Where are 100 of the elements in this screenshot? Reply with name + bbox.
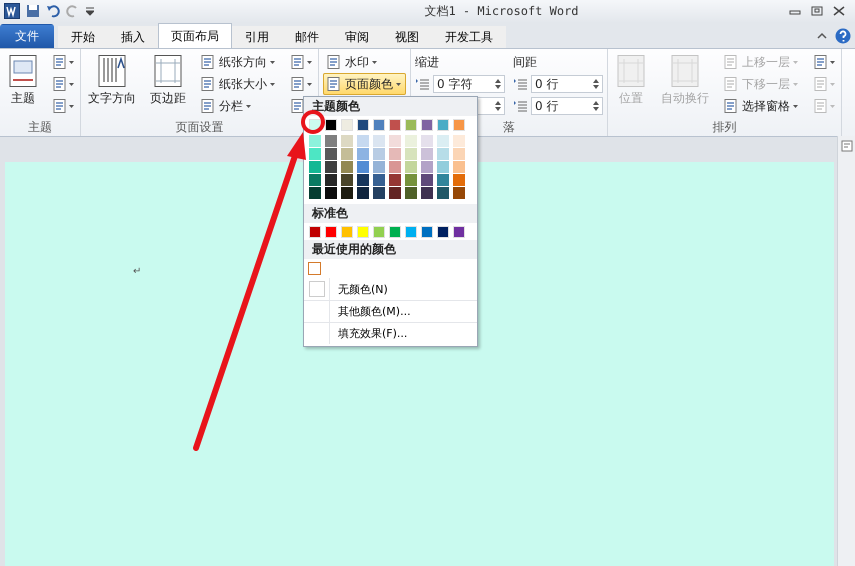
help-icon[interactable]	[835, 28, 851, 44]
indent-icon	[415, 77, 429, 91]
ribbon-tab[interactable]: 审阅	[332, 26, 382, 48]
ribbon-button[interactable]: 分栏	[197, 95, 280, 117]
menu-item[interactable]: 无颜色(N)	[304, 278, 477, 300]
ribbon-button[interactable]: 选择窗格	[720, 95, 803, 117]
color-swatch[interactable]	[421, 161, 433, 173]
color-swatch[interactable]	[325, 148, 337, 160]
menu-item[interactable]: 其他颜色(M)...	[304, 300, 477, 322]
spinner-field[interactable]: 0 行	[531, 75, 603, 93]
color-swatch[interactable]	[453, 174, 465, 186]
color-swatch[interactable]	[389, 161, 401, 173]
ribbon-button[interactable]: 页面颜色	[323, 73, 406, 95]
color-swatch[interactable]	[421, 135, 433, 147]
spin-arrows-icon	[593, 100, 599, 112]
customize-icon[interactable]	[86, 6, 94, 16]
ribbon-tab[interactable]: 文件	[0, 24, 54, 48]
caret-icon	[69, 104, 74, 108]
menu-heading: 标准色	[304, 204, 477, 223]
ribbon-tab[interactable]: 开发工具	[432, 26, 506, 48]
color-swatch[interactable]	[309, 174, 321, 186]
color-swatch[interactable]	[437, 161, 449, 173]
spin-arrows-icon	[593, 78, 599, 90]
color-swatch[interactable]	[421, 174, 433, 186]
spinner-field[interactable]: 0 字符	[433, 75, 505, 93]
indent-icon	[513, 99, 527, 113]
caret-icon	[793, 60, 798, 64]
ribbon-tab[interactable]: 引用	[232, 26, 282, 48]
color-swatch[interactable]	[309, 148, 321, 160]
color-swatch[interactable]	[405, 161, 417, 173]
menu-heading: 主题颜色	[304, 97, 477, 116]
ribbon-button[interactable]: 水印	[323, 51, 406, 73]
color-swatch[interactable]	[389, 174, 401, 186]
color-swatch[interactable]	[373, 135, 385, 147]
color-swatch[interactable]	[405, 148, 417, 160]
caret-icon	[307, 60, 312, 64]
color-swatch[interactable]	[389, 187, 401, 199]
color-swatch[interactable]	[325, 135, 337, 147]
page-icon	[7, 54, 39, 88]
color-swatch[interactable]	[453, 187, 465, 199]
ribbon-button[interactable]: 文字方向	[85, 51, 139, 117]
ruler-toggle-icon[interactable]	[840, 140, 852, 152]
text-icon	[52, 98, 68, 114]
color-swatch[interactable]	[373, 161, 385, 173]
color-swatch[interactable]	[405, 174, 417, 186]
menu-item[interactable]: 填充效果(F)...	[304, 322, 477, 344]
scrollbar[interactable]	[837, 136, 855, 566]
ribbon-tab[interactable]: 插入	[108, 26, 158, 48]
color-swatch[interactable]	[309, 161, 321, 173]
color-swatch[interactable]	[453, 148, 465, 160]
ribbon-tab[interactable]: 页面布局	[158, 23, 232, 48]
word-logo-icon[interactable]	[4, 3, 20, 19]
color-swatch[interactable]	[325, 161, 337, 173]
color-swatch[interactable]	[389, 148, 401, 160]
color-swatch[interactable]	[357, 174, 369, 186]
color-swatch[interactable]	[357, 135, 369, 147]
color-swatch[interactable]	[341, 161, 353, 173]
color-swatch[interactable]	[437, 135, 449, 147]
maximize-icon[interactable]	[811, 6, 823, 16]
color-swatch[interactable]	[325, 174, 337, 186]
undo-icon[interactable]	[46, 4, 60, 18]
color-swatch[interactable]	[309, 135, 321, 147]
color-swatch[interactable]	[357, 161, 369, 173]
close-icon[interactable]	[833, 6, 845, 16]
color-swatch[interactable]	[309, 187, 321, 199]
callout-circle	[301, 110, 325, 134]
color-swatch[interactable]	[357, 187, 369, 199]
color-swatch[interactable]	[421, 148, 433, 160]
save-icon[interactable]	[26, 4, 40, 18]
color-swatch[interactable]	[373, 187, 385, 199]
color-swatch[interactable]	[341, 187, 353, 199]
ribbon-button[interactable]: 主题	[4, 51, 42, 117]
color-swatch[interactable]	[357, 148, 369, 160]
ribbon-button[interactable]: 纸张方向	[197, 51, 280, 73]
caret-icon	[830, 104, 835, 108]
color-swatch[interactable]	[437, 187, 449, 199]
color-swatch[interactable]	[437, 148, 449, 160]
color-swatch[interactable]	[453, 161, 465, 173]
ribbon-tab[interactable]: 开始	[58, 26, 108, 48]
ribbon-tab[interactable]: 视图	[382, 26, 432, 48]
color-swatch[interactable]	[308, 262, 321, 275]
color-swatch[interactable]	[437, 174, 449, 186]
color-swatch[interactable]	[341, 135, 353, 147]
color-swatch[interactable]	[373, 148, 385, 160]
color-swatch[interactable]	[341, 148, 353, 160]
collapse-ribbon-icon[interactable]	[817, 32, 827, 40]
ribbon-button[interactable]: 页边距	[147, 51, 189, 117]
color-swatch[interactable]	[405, 135, 417, 147]
color-swatch[interactable]	[341, 174, 353, 186]
ribbon-button[interactable]: 纸张大小	[197, 73, 280, 95]
caret-icon	[246, 104, 251, 108]
spinner-field[interactable]: 0 行	[531, 97, 603, 115]
color-swatch[interactable]	[405, 187, 417, 199]
color-swatch[interactable]	[373, 174, 385, 186]
color-swatch[interactable]	[389, 135, 401, 147]
color-swatch[interactable]	[453, 135, 465, 147]
color-swatch[interactable]	[325, 187, 337, 199]
ribbon-tab[interactable]: 邮件	[282, 26, 332, 48]
color-swatch[interactable]	[421, 187, 433, 199]
indent-icon	[513, 77, 527, 91]
